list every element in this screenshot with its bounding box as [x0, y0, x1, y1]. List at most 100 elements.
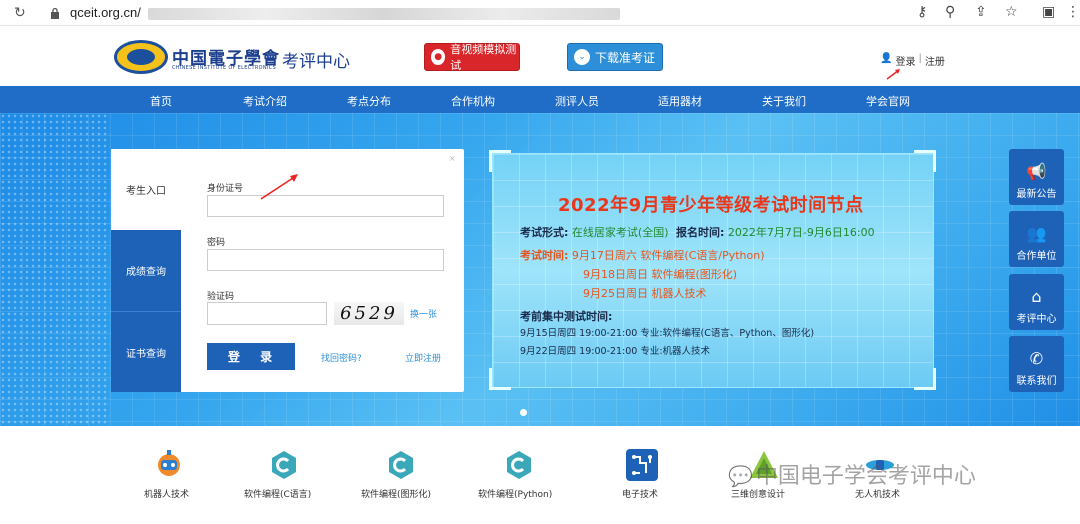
- register-link[interactable]: 注册: [925, 53, 945, 68]
- annotation-arrow-icon: [260, 174, 298, 200]
- video-test-button[interactable]: ● 音视频模拟测试: [424, 43, 520, 72]
- nav-partners[interactable]: 合作机构: [451, 93, 495, 109]
- mode-value: 在线居家考试(全国): [571, 226, 669, 239]
- nav-home[interactable]: 首页: [150, 93, 172, 109]
- user-icon: 👤: [880, 53, 893, 64]
- robot-icon[interactable]: [149, 447, 189, 483]
- camera-icon: ●: [431, 49, 446, 65]
- nav-exam-sites[interactable]: 考点分布: [347, 93, 391, 109]
- forgot-password-link[interactable]: 找回密码?: [321, 351, 362, 364]
- poster-corner: [489, 368, 511, 390]
- electronics-icon[interactable]: [622, 447, 662, 483]
- captcha-input[interactable]: [207, 302, 327, 325]
- poster-session-line: 9月25日周日 机器人技术: [583, 285, 707, 301]
- tab-certificate-query[interactable]: 证书查询: [111, 311, 181, 392]
- category-label[interactable]: 软件编程(Python): [478, 487, 552, 500]
- poster-title: 2022年9月青少年等级考试时间节点: [558, 195, 864, 216]
- side-label: 最新公告: [1016, 189, 1057, 200]
- login-link[interactable]: 登录: [895, 53, 915, 68]
- zoom-icon[interactable]: ⚲: [945, 4, 955, 20]
- login-submit-button[interactable]: 登 录: [207, 343, 295, 370]
- main-nav: 首页 考试介绍 考点分布 合作机构 测评人员 适用器材 关于我们 学会官网: [0, 86, 1080, 113]
- people-icon: 👥: [1026, 223, 1047, 243]
- side-latest-notice[interactable]: 📢 最新公告: [1009, 149, 1064, 205]
- session-date: 9月18日周日: [583, 268, 648, 281]
- register-now-link[interactable]: 立即注册: [405, 351, 441, 364]
- browser-bar: ↻ qceit.org.cn/ ⚷ ⚲ ⇪ ☆ ▣ ⋮: [0, 0, 1080, 26]
- side-label: 考评中心: [1016, 314, 1057, 325]
- download-icon: ⌄: [574, 49, 590, 65]
- pretest-line: 9月22日周四 19:00-21:00 专业:机器人技术: [520, 346, 711, 357]
- category-label[interactable]: 软件编程(C语言): [244, 487, 311, 500]
- download-label: 下载准考证: [595, 50, 656, 65]
- close-icon[interactable]: ×: [449, 154, 456, 163]
- key-icon[interactable]: ⚷: [917, 4, 927, 20]
- pretest-label: 考前集中测试时间:: [520, 310, 613, 323]
- captcha-image[interactable]: 6529: [334, 302, 404, 325]
- side-label: 合作单位: [1016, 251, 1057, 262]
- signup-label: 报名时间:: [676, 226, 725, 239]
- nav-about[interactable]: 关于我们: [762, 93, 806, 109]
- tab-score-query[interactable]: 成绩查询: [111, 230, 181, 311]
- id-label: 身份证号: [207, 184, 244, 194]
- poster-corner: [914, 150, 936, 172]
- category-label[interactable]: 软件编程(图形化): [361, 487, 431, 500]
- signup-value: 2022年7月7日-9月6日16:00: [727, 226, 875, 239]
- wechat-icon: 💬: [728, 464, 753, 488]
- watermark: 💬 中国电子学会考评中心: [728, 458, 976, 490]
- session-subject: 软件编程(C语言/Python): [640, 249, 765, 262]
- password-label: 密码: [207, 238, 226, 248]
- mode-label: 考试形式:: [520, 226, 569, 239]
- divider: |: [918, 53, 922, 64]
- nav-exam-intro[interactable]: 考试介绍: [243, 93, 287, 109]
- category-label[interactable]: 机器人技术: [144, 487, 189, 500]
- python-icon[interactable]: [499, 447, 539, 483]
- session-date: 9月17日周六: [571, 249, 637, 262]
- login-links: 👤 登录 | 注册: [880, 53, 945, 68]
- graphical-programming-icon[interactable]: [381, 447, 421, 483]
- video-test-label: 音视频模拟测试: [450, 43, 517, 72]
- nav-society[interactable]: 学会官网: [866, 93, 910, 109]
- watermark-text: 中国电子学会考评中心: [755, 464, 976, 489]
- blurred-url: [148, 8, 620, 20]
- address-bar[interactable]: qceit.org.cn/: [70, 5, 141, 20]
- session-subject: 软件编程(图形化): [651, 268, 738, 281]
- annotation-arrow-icon: [886, 69, 900, 80]
- megaphone-icon: 📢: [1026, 161, 1047, 181]
- menu-icon[interactable]: ⋮: [1066, 4, 1080, 20]
- time-label: 考试时间:: [520, 249, 569, 262]
- password-input[interactable]: [207, 249, 444, 271]
- reload-icon[interactable]: ↻: [14, 5, 26, 21]
- c-language-icon[interactable]: [264, 447, 304, 483]
- pretest-line: 9月15日周四 19:00-21:00 专业:软件编程(C语言、Python、图…: [520, 328, 815, 339]
- captcha-label: 验证码: [207, 292, 235, 302]
- cie-logo-icon[interactable]: [114, 40, 168, 74]
- phone-icon: ✆: [1029, 348, 1044, 368]
- share-icon[interactable]: ⇪: [975, 4, 987, 20]
- session-subject: 机器人技术: [651, 287, 707, 300]
- poster-corner: [489, 150, 511, 172]
- side-label: 联系我们: [1016, 376, 1057, 387]
- id-number-input[interactable]: [207, 195, 444, 217]
- bookmark-star-icon[interactable]: ☆: [1005, 4, 1018, 20]
- poster-session-line: 考试时间: 9月17日周六 软件编程(C语言/Python): [520, 247, 765, 263]
- side-eval-center[interactable]: ⌂ 考评中心: [1009, 274, 1064, 330]
- poster-mode-line: 考试形式: 在线居家考试(全国) 报名时间: 2022年7月7日-9月6日16:…: [520, 224, 875, 240]
- side-contact[interactable]: ✆ 联系我们: [1009, 336, 1064, 392]
- download-admission-button[interactable]: ⌄ 下载准考证: [567, 43, 663, 71]
- logo-subtitle: 考评中心: [282, 52, 350, 72]
- category-label[interactable]: 电子技术: [622, 487, 658, 500]
- nav-evaluators[interactable]: 测评人员: [555, 93, 599, 109]
- poster-corner: [914, 368, 936, 390]
- house-icon: ⌂: [1031, 286, 1042, 306]
- nav-equipment[interactable]: 适用器材: [658, 93, 702, 109]
- side-partners[interactable]: 👥 合作单位: [1009, 211, 1064, 267]
- sidepanel-icon[interactable]: ▣: [1042, 4, 1055, 20]
- poster-session-line: 9月18日周日 软件编程(图形化): [583, 266, 737, 282]
- logo-en: CHINESE INSTITUTE OF ELECTRONICS: [172, 65, 276, 71]
- banner-dots: [0, 113, 110, 426]
- carousel-dot[interactable]: [520, 409, 527, 416]
- lock-icon: [51, 7, 59, 19]
- refresh-captcha-link[interactable]: 换一张: [410, 307, 437, 320]
- tab-candidate-entry[interactable]: 考生入口: [111, 149, 181, 230]
